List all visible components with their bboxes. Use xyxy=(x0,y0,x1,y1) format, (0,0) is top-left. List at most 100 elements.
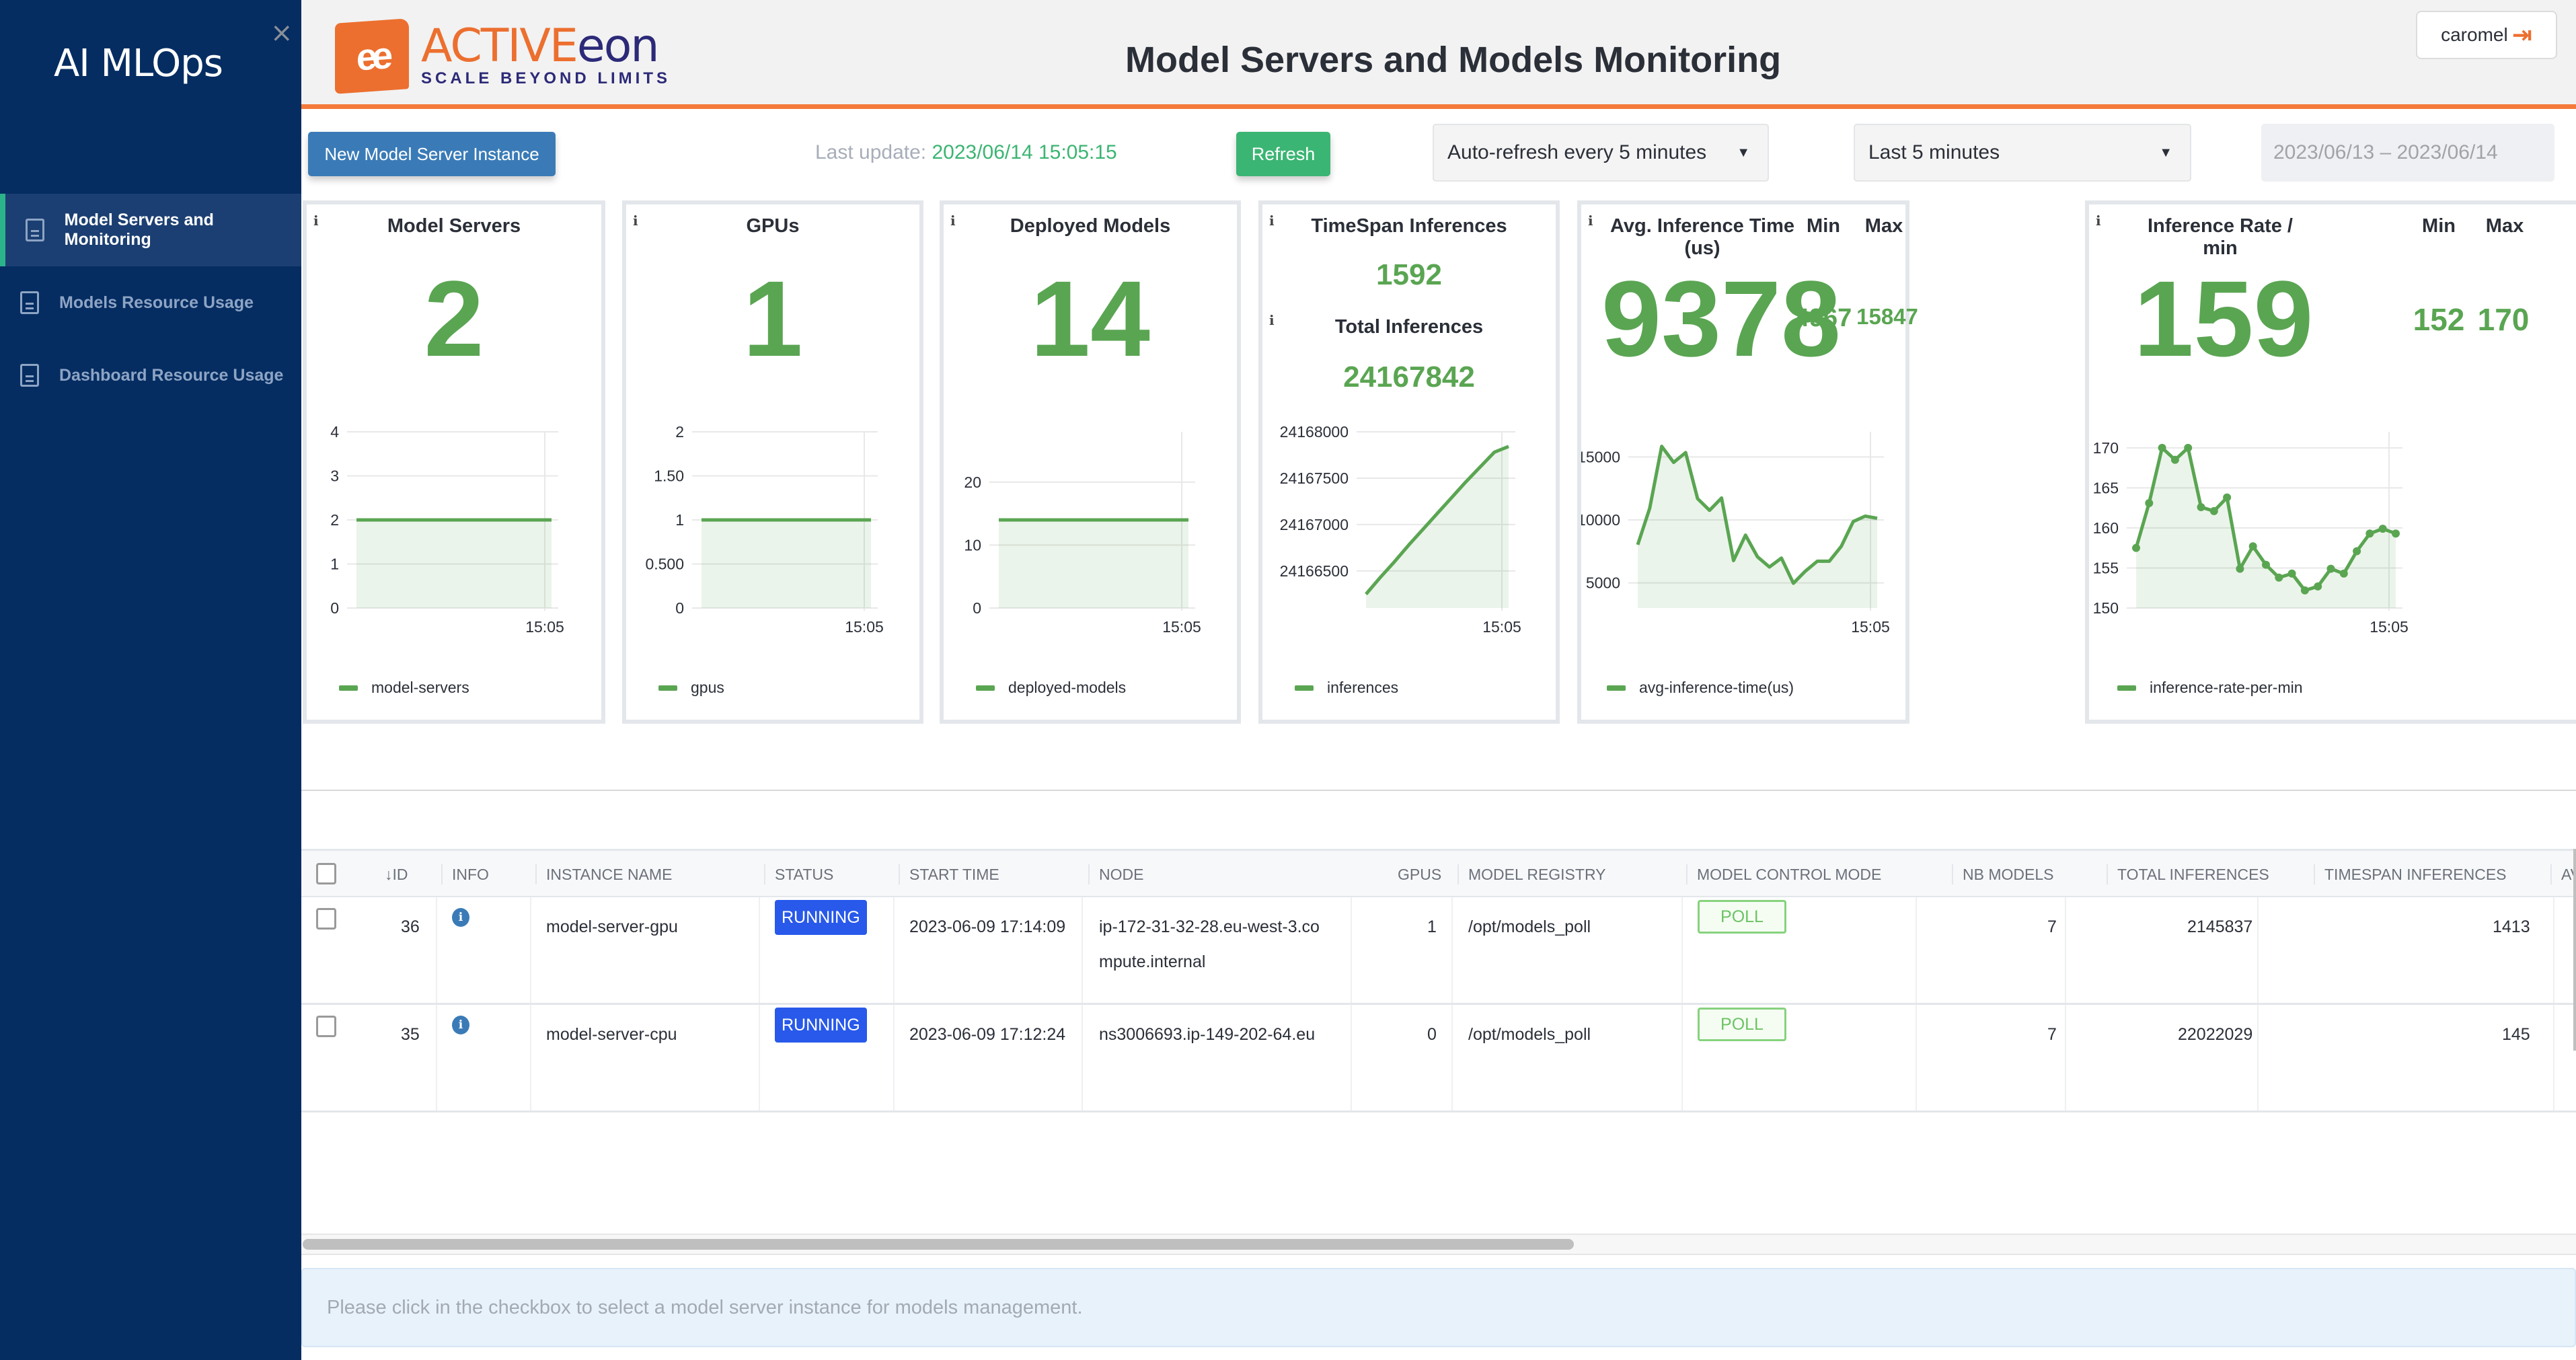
close-sidebar-icon[interactable]: × xyxy=(270,17,293,48)
info-icon[interactable]: i xyxy=(1588,213,1593,229)
header-accent-line xyxy=(301,104,2576,109)
column-header-gpus[interactable]: GPUS xyxy=(1398,866,1441,884)
auto-refresh-select[interactable]: Auto-refresh every 5 minutes ▼ xyxy=(1433,124,1769,182)
table-row[interactable]: 35 i model-server-cpu RUNNING 2023-06-09… xyxy=(301,1005,2576,1112)
column-header-status[interactable]: STATUS xyxy=(763,864,833,884)
app-title: AI MLOps xyxy=(54,42,223,85)
data-point xyxy=(2209,506,2218,515)
sidebar: AI MLOps × Model Servers and Monitoring … xyxy=(0,0,301,1360)
card-value: 9378 xyxy=(1601,258,1841,379)
avg-inference-time-chart: 5000 10000 15000 15:05 xyxy=(1581,432,1890,636)
time-range-value: Last 5 minutes xyxy=(1868,141,2000,163)
document-icon xyxy=(26,219,44,241)
data-point xyxy=(2300,586,2309,595)
column-divider xyxy=(2257,897,2259,1003)
select-all-checkbox[interactable] xyxy=(316,863,336,884)
min-value: 4967 xyxy=(1794,304,1852,332)
data-point xyxy=(2158,443,2166,452)
column-header-model-registry[interactable]: MODEL REGISTRY xyxy=(1457,864,1605,884)
y-tick-label: 24168000 xyxy=(1280,426,1349,441)
column-header-timespan-inferences[interactable]: TIMESPAN INFERENCES xyxy=(2314,864,2507,884)
cell-gpus: 0 xyxy=(1427,1025,1437,1044)
date-range-input[interactable]: 2023/06/13 – 2023/06/14 xyxy=(2261,124,2554,182)
max-value: 170 xyxy=(2477,302,2530,337)
time-range-select[interactable]: Last 5 minutes ▼ xyxy=(1854,124,2191,182)
data-point xyxy=(2262,560,2270,569)
x-tick-label: 15:05 xyxy=(1851,618,1890,636)
column-header-nb-models[interactable]: NB MODELS xyxy=(1951,864,2053,884)
row-checkbox[interactable] xyxy=(316,908,336,930)
cell-timespan-inferences: 1413 xyxy=(2493,917,2530,936)
user-logout-button[interactable]: caromel ⇥ xyxy=(2416,11,2557,59)
legend-label: inferences xyxy=(1327,679,1399,696)
column-divider xyxy=(2065,897,2066,1003)
table-row[interactable]: 36 i model-server-gpu RUNNING 2023-06-09… xyxy=(301,897,2576,1005)
cell-instance-name: model-server-gpu xyxy=(546,917,678,936)
column-divider xyxy=(1916,897,1917,1003)
cell-total-inferences: 2145837 xyxy=(2187,917,2253,936)
sidebar-item-models-resource-usage[interactable]: Models Resource Usage xyxy=(0,266,301,339)
column-header-node[interactable]: NODE xyxy=(1088,864,1143,884)
y-tick-label: 15000 xyxy=(1581,448,1620,465)
legend-swatch xyxy=(1607,685,1626,691)
y-tick-label: 24166500 xyxy=(1280,562,1349,580)
document-icon xyxy=(20,364,39,387)
column-header-model-control-mode[interactable]: MODEL CONTROL MODE xyxy=(1685,864,1881,884)
header: ee ACTIVEeon SCALE BEYOND LIMITS Model S… xyxy=(301,0,2576,109)
page-title: Model Servers and Models Monitoring xyxy=(1125,40,1782,80)
column-divider xyxy=(1451,1005,1453,1110)
data-point xyxy=(2223,493,2232,502)
card-title: Avg. Inference Time (us) xyxy=(1610,215,1794,259)
column-header-total-inferences[interactable]: TOTAL INFERENCES xyxy=(2107,864,2269,884)
sidebar-item-dashboard-resource-usage[interactable]: Dashboard Resource Usage xyxy=(0,339,301,412)
info-icon[interactable]: i xyxy=(2096,213,2101,229)
column-header-info[interactable]: INFO xyxy=(441,864,489,884)
y-tick-label: 170 xyxy=(2093,439,2119,457)
min-label: Min xyxy=(2422,215,2456,237)
column-divider xyxy=(2257,1005,2259,1110)
series-area xyxy=(702,520,871,608)
info-circle-icon[interactable]: i xyxy=(452,1016,469,1034)
chevron-down-icon: ▼ xyxy=(1737,145,1750,160)
column-divider xyxy=(436,1005,437,1110)
refresh-button[interactable]: Refresh xyxy=(1236,132,1330,176)
section-divider xyxy=(301,790,2576,791)
model-control-mode-badge: POLL xyxy=(1698,900,1786,934)
data-point xyxy=(2197,502,2205,511)
x-tick-label: 15:05 xyxy=(845,618,884,636)
horizontal-scrollbar-thumb[interactable] xyxy=(303,1239,1574,1250)
legend-label: gpus xyxy=(691,679,724,696)
model-servers-chart: 0 1 2 3 4 15:05 xyxy=(330,426,564,636)
info-circle-icon[interactable]: i xyxy=(452,908,469,927)
max-label: Max xyxy=(1864,215,1903,237)
data-point xyxy=(2353,547,2361,556)
new-model-server-button[interactable]: New Model Server Instance xyxy=(308,132,556,176)
min-value: 152 xyxy=(2413,302,2465,337)
column-header-id[interactable]: ↓ID xyxy=(385,866,408,884)
chart-legend: deployed-models xyxy=(976,679,1126,697)
sidebar-item-model-servers[interactable]: Model Servers and Monitoring xyxy=(0,194,301,266)
legend-label: avg-inference-time(us) xyxy=(1639,679,1794,696)
legend-swatch xyxy=(976,685,995,691)
y-tick-label: 150 xyxy=(2093,599,2119,617)
status-badge: RUNNING xyxy=(775,1008,867,1043)
chevron-down-icon: ▼ xyxy=(2159,145,2172,160)
logout-icon: ⇥ xyxy=(2511,21,2532,48)
horizontal-scrollbar[interactable] xyxy=(301,1234,2576,1255)
row-checkbox[interactable] xyxy=(316,1016,336,1037)
card-title: Model Servers xyxy=(387,215,521,237)
vertical-scrollbar[interactable] xyxy=(2573,849,2576,1051)
y-tick-label: 0 xyxy=(675,599,684,617)
cell-id: 36 xyxy=(401,917,420,936)
logo-tagline: SCALE BEYOND LIMITS xyxy=(421,69,671,87)
y-tick-label: 24167500 xyxy=(1280,469,1349,487)
inferences-chart: 24166500 24167000 24167500 24168000 15:05 xyxy=(1280,426,1521,636)
cell-instance-name: model-server-cpu xyxy=(546,1025,677,1044)
y-tick-label: 5000 xyxy=(1586,574,1620,592)
column-divider xyxy=(530,1005,531,1110)
column-header-instance-name[interactable]: INSTANCE NAME xyxy=(535,864,672,884)
card-deployed-models: i Deployed Models 14 0 10 20 15:05 deployed… xyxy=(940,200,1241,724)
document-icon xyxy=(20,291,39,314)
column-divider xyxy=(1681,1005,1683,1110)
column-header-start-time[interactable]: START TIME xyxy=(899,864,999,884)
